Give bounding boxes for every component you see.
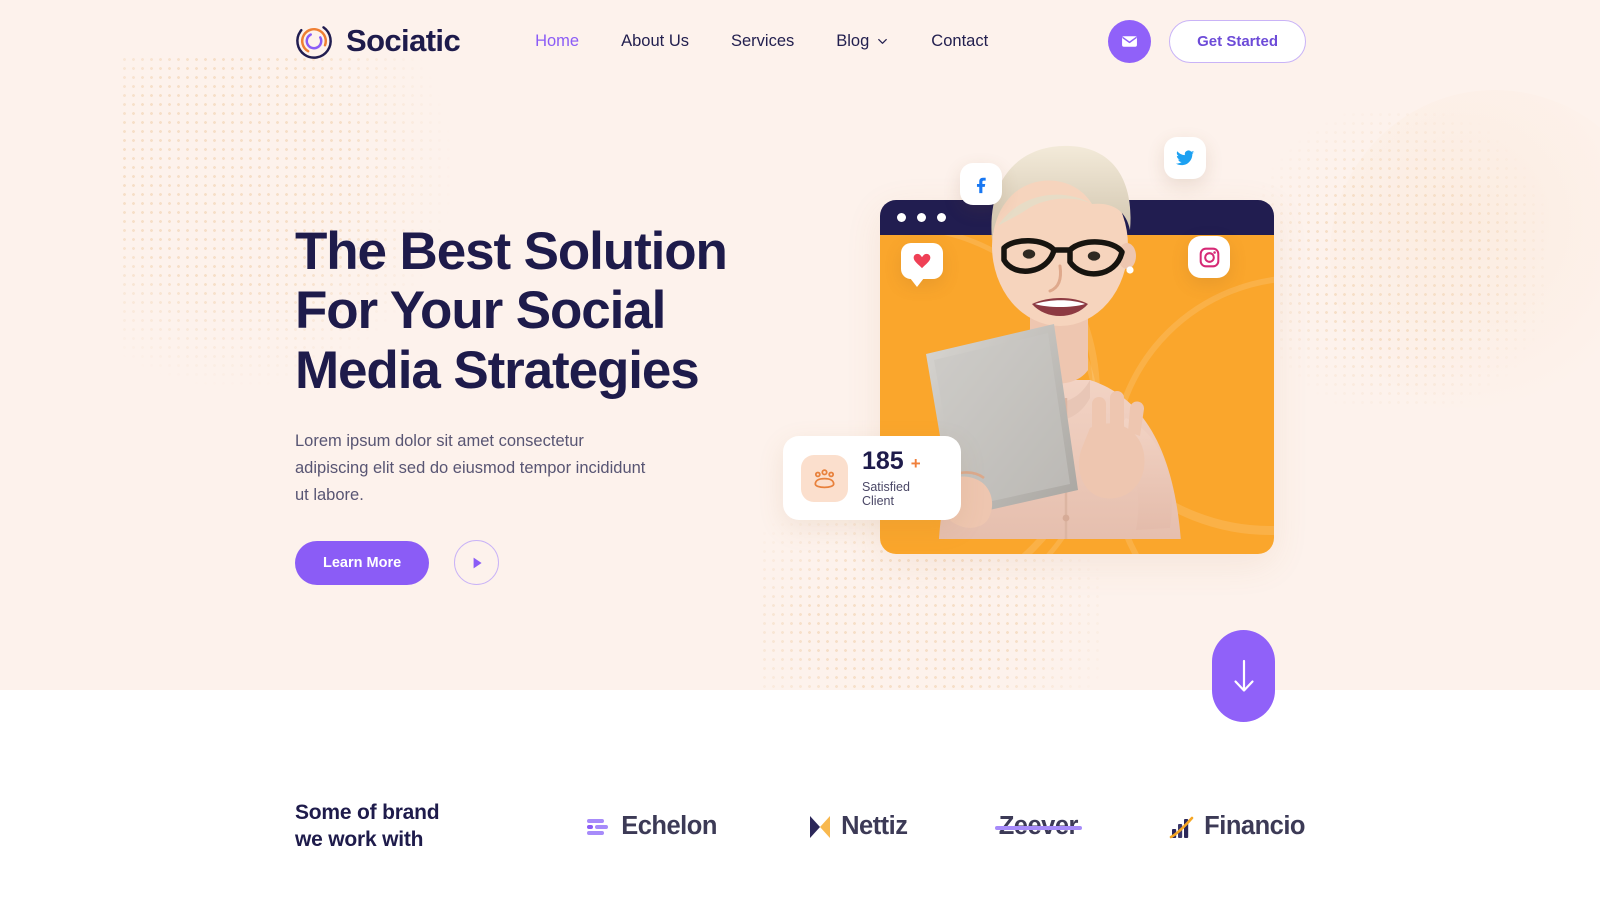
header-actions: Get Started: [1108, 0, 1600, 82]
brand-logo-label: Nettiz: [841, 812, 908, 840]
brands-heading-line-2: we work with: [295, 827, 424, 851]
brand-logo-label: Financio: [1204, 812, 1305, 840]
get-started-button[interactable]: Get Started: [1169, 19, 1306, 63]
nav-item-label: Blog: [836, 31, 870, 50]
twitter-icon: [1175, 150, 1195, 166]
main-navigation: Home About Us Services Blog Contact: [514, 32, 1009, 51]
hero-actions: Learn More: [295, 540, 815, 586]
arrow-down-icon: [1233, 659, 1254, 692]
brand-logo-zeever[interactable]: Zeever: [994, 812, 1082, 841]
brand-logo-financio[interactable]: Financio: [1169, 812, 1305, 841]
play-icon: [473, 557, 482, 569]
twitter-chip[interactable]: [1164, 137, 1206, 179]
nav-item-about-us[interactable]: About Us: [600, 32, 710, 51]
brands-inner: Some of brand we work with Echelon Netti…: [295, 800, 1305, 854]
learn-more-button[interactable]: Learn More: [295, 540, 430, 585]
landing-page: Sociatic Home About Us Services Blog Con…: [0, 0, 1600, 907]
envelope-icon: [1122, 35, 1138, 47]
sociatic-ring-logo-icon: [296, 23, 332, 59]
stat-plus-sign: +: [910, 453, 921, 473]
nav-item-label: Services: [730, 31, 795, 50]
nav-item-label: Contact: [931, 31, 989, 50]
people-group-glyph: [814, 468, 835, 488]
brand-logo-echelon[interactable]: Echelon: [586, 812, 717, 841]
heart-chip[interactable]: [901, 243, 943, 287]
nav-item-label: About Us: [621, 31, 689, 50]
stat-text-group: 185 + Satisfied Client: [862, 446, 943, 508]
instagram-chip[interactable]: [1188, 236, 1230, 278]
stat-label: Satisfied Client: [862, 479, 910, 508]
bowtie-icon: [810, 815, 831, 838]
brand-logo-nettiz[interactable]: Nettiz: [808, 812, 908, 841]
hero-subtitle: Lorem ipsum dolor sit amet consectetur a…: [295, 428, 655, 508]
nav-item-label: Home: [535, 31, 580, 50]
nav-item-blog[interactable]: Blog: [815, 32, 910, 51]
brand-logo-label: Echelon: [621, 812, 717, 840]
nav-item-contact[interactable]: Contact: [910, 32, 1009, 51]
chevron-down-icon: [878, 38, 888, 44]
decorative-blob: [1330, 90, 1600, 420]
stat-value-row: 185 +: [862, 446, 943, 475]
hero-copy: The Best Solution For Your Social Media …: [295, 222, 815, 586]
hero-title: The Best Solution For Your Social Media …: [295, 222, 815, 400]
hero-visual: 185 + Satisfied Client: [760, 100, 1320, 580]
nav-item-services[interactable]: Services: [710, 32, 815, 51]
hero-title-line-2: For Your Social: [295, 281, 666, 341]
brands-heading: Some of brand we work with: [295, 800, 495, 854]
strikethrough-icon: [994, 825, 1082, 830]
hero-title-line-1: The Best Solution: [295, 222, 728, 281]
brand-logo-label: Zeever: [994, 812, 1082, 841]
brand-logo[interactable]: Sociatic: [295, 22, 461, 60]
nav-item-home[interactable]: Home: [514, 32, 600, 51]
brands-section: Some of brand we work with Echelon Netti…: [0, 690, 1600, 907]
bar-chart-swoosh-icon: [1169, 816, 1194, 838]
mail-button[interactable]: [1108, 19, 1152, 63]
facebook-icon: [976, 177, 986, 194]
hero-title-line-3: Media Strategies: [295, 340, 700, 400]
instagram-icon: [1199, 247, 1219, 267]
site-header: Sociatic Home About Us Services Blog Con…: [0, 0, 1600, 82]
play-video-button[interactable]: [454, 540, 500, 586]
brand-name: Sociatic: [346, 23, 461, 58]
brands-heading-line-1: Some of brand: [295, 800, 440, 824]
stat-value: 185: [862, 446, 904, 475]
bars-list-icon: [587, 818, 609, 835]
facebook-chip[interactable]: [960, 163, 1002, 205]
scroll-down-button[interactable]: [1212, 630, 1275, 722]
heart-icon: [913, 253, 931, 269]
